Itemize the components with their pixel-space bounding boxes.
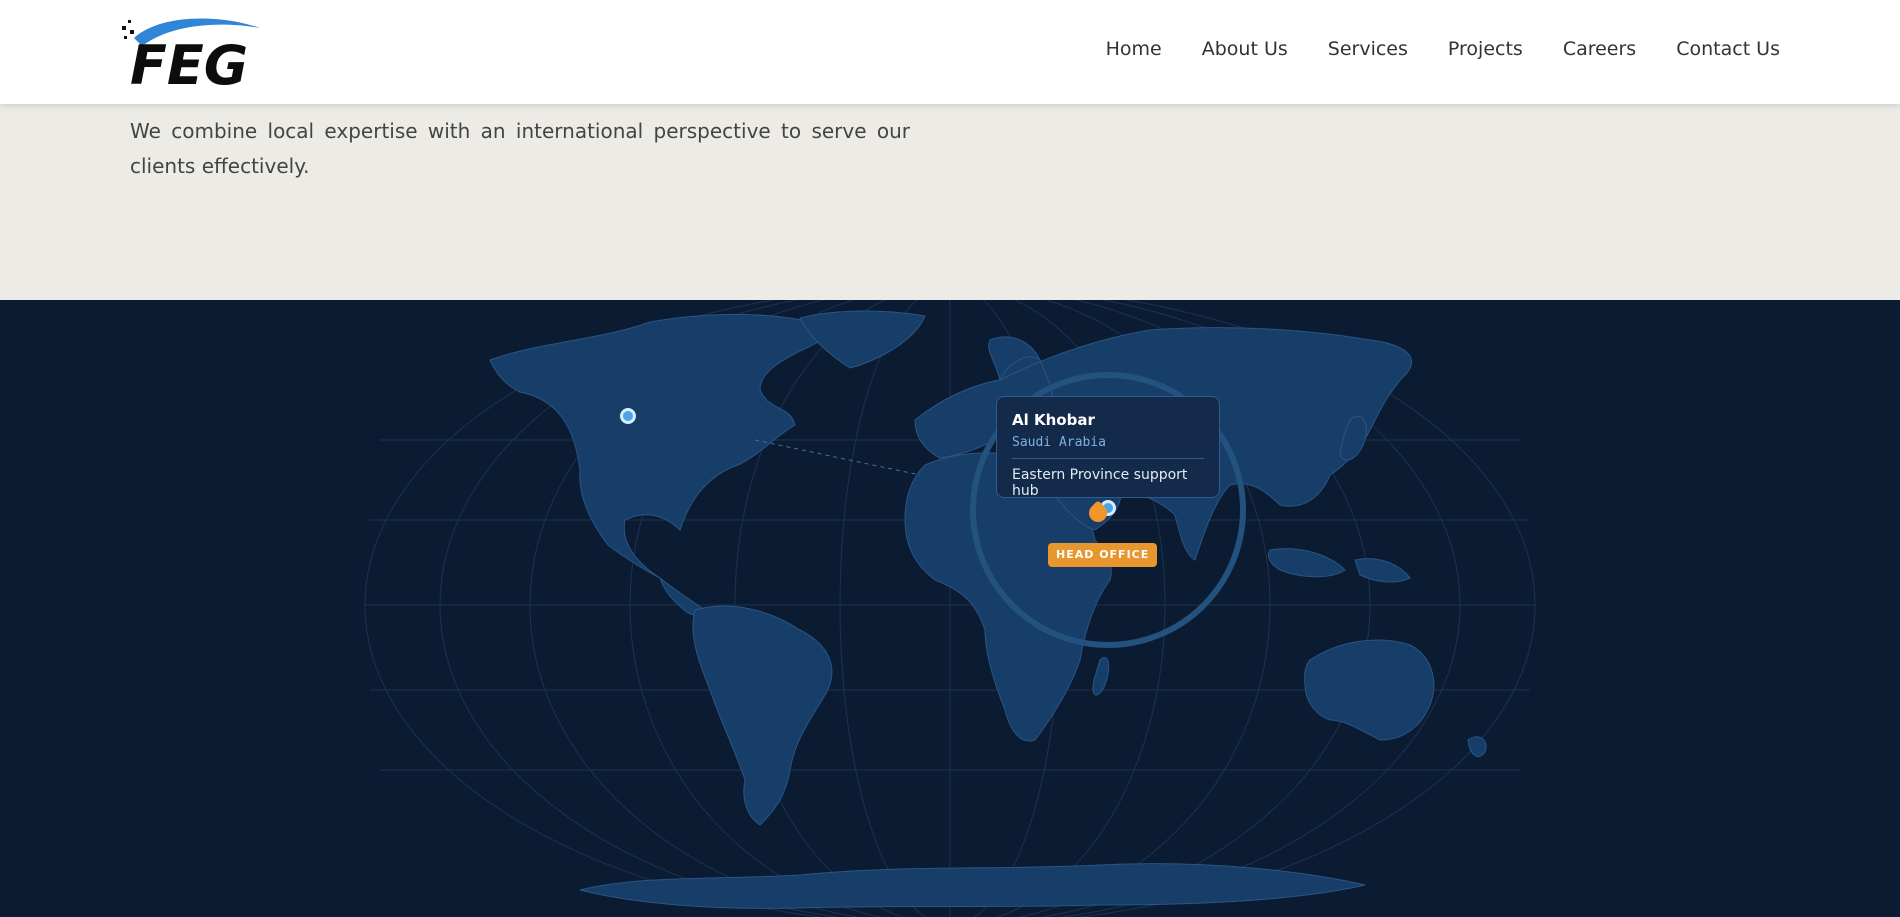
head-office-badge: HEAD OFFICE xyxy=(1048,543,1158,567)
nav-projects[interactable]: Projects xyxy=(1448,38,1523,60)
tooltip-description: Eastern Province support hub xyxy=(1012,467,1188,499)
main-nav: Home About Us Services Projects Careers … xyxy=(1106,38,1780,60)
route-line xyxy=(754,439,921,476)
tooltip-city: Al Khobar xyxy=(1012,411,1095,429)
location-tooltip: Al Khobar Saudi Arabia Eastern Province … xyxy=(996,396,1220,499)
intro-text: We combine local expertise with an inter… xyxy=(130,119,910,178)
nav-careers[interactable]: Careers xyxy=(1563,38,1636,60)
world-map-section: Al Khobar Saudi Arabia Eastern Province … xyxy=(0,300,1900,917)
feg-logo[interactable]: FEG xyxy=(120,16,280,88)
location-pin-north-america[interactable] xyxy=(620,408,636,424)
site-header: FEG Home About Us Services Projects Care… xyxy=(0,0,1900,104)
world-map xyxy=(364,300,1536,917)
nav-contact-us[interactable]: Contact Us xyxy=(1676,38,1780,60)
tooltip-divider xyxy=(1012,458,1204,459)
tooltip-country: Saudi Arabia xyxy=(1012,435,1106,450)
nav-about-us[interactable]: About Us xyxy=(1202,38,1288,60)
svg-text:FEG: FEG xyxy=(130,34,248,88)
nav-services[interactable]: Services xyxy=(1328,38,1408,60)
nav-home[interactable]: Home xyxy=(1106,38,1162,60)
intro-section: We combine local expertise with an inter… xyxy=(0,104,1900,300)
